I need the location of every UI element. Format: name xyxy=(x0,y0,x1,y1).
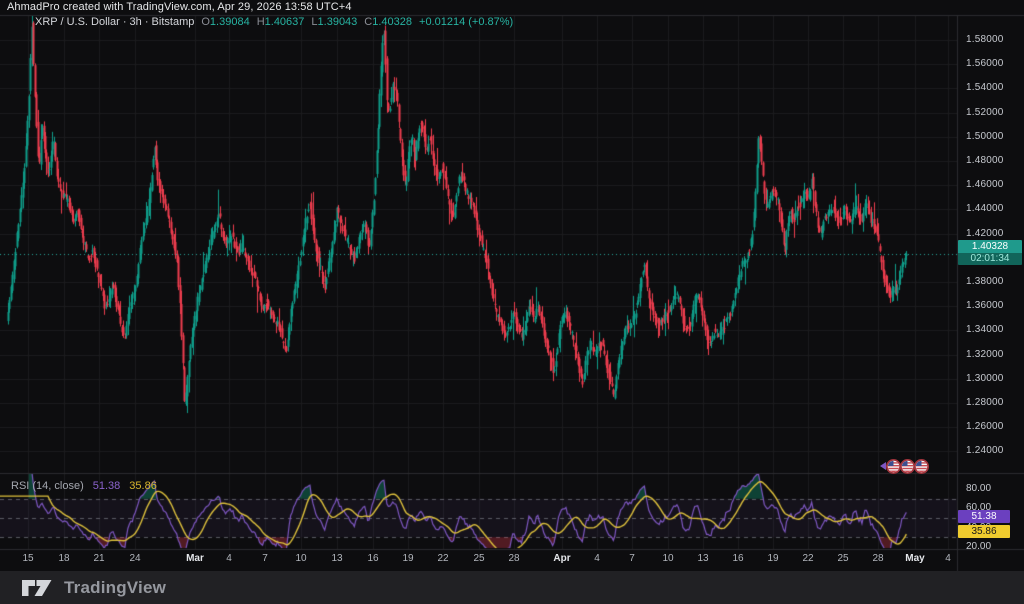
attribution-text: AhmadPro created with TradingView.com, A… xyxy=(7,1,352,13)
price-axis-label: 1.46000 xyxy=(966,179,1004,190)
time-axis-label: May xyxy=(905,553,924,564)
price-axis-label: 1.36000 xyxy=(966,300,1004,311)
price-axis-label: 1.38000 xyxy=(966,276,1004,287)
price-axis-label: 1.48000 xyxy=(966,155,1004,166)
price-axis-label: 1.52000 xyxy=(966,107,1004,118)
us-flag-icon[interactable] xyxy=(914,459,929,474)
time-axis-label: 10 xyxy=(662,553,673,564)
footer-bar: TradingView xyxy=(0,571,1024,604)
time-axis-label: 7 xyxy=(629,553,635,564)
time-axis-label: 28 xyxy=(508,553,519,564)
time-axis[interactable]: 15 18 21 24 Mar 4 7 10 13 16 19 22 25 28 Apr 4 7 10 13 16 19… xyxy=(0,549,957,571)
time-axis-label: 10 xyxy=(295,553,306,564)
time-axis-label: 25 xyxy=(473,553,484,564)
time-axis-label: 13 xyxy=(331,553,342,564)
price-axis-label: 1.44000 xyxy=(966,203,1004,214)
last-price-value: 1.40328 xyxy=(958,240,1022,253)
time-axis-label: 4 xyxy=(945,553,951,564)
time-axis-label: 15 xyxy=(22,553,33,564)
tradingview-chart-window: AhmadPro created with TradingView.com, A… xyxy=(0,0,1024,604)
time-axis-label: 22 xyxy=(437,553,448,564)
rsi-axis-label: 80.00 xyxy=(966,483,991,494)
rsi-indicator-header[interactable]: RSI (14, close) 51.38 35.86 xyxy=(11,480,157,492)
time-axis-label: 13 xyxy=(697,553,708,564)
time-axis-label: 19 xyxy=(767,553,778,564)
time-axis-label: Apr xyxy=(553,553,570,564)
ohlc-open: O1.39084 xyxy=(201,16,249,28)
time-axis-label: 4 xyxy=(226,553,232,564)
time-axis-label: Mar xyxy=(186,553,204,564)
time-axis-label: 25 xyxy=(837,553,848,564)
price-axis-label: 1.56000 xyxy=(966,58,1004,69)
us-flag-icon[interactable] xyxy=(886,459,901,474)
time-axis-label: 4 xyxy=(594,553,600,564)
price-axis-label: 1.30000 xyxy=(966,373,1004,384)
time-axis-label: 21 xyxy=(93,553,104,564)
rsi-ma-value: 35.86 xyxy=(129,480,157,492)
us-flag-icon[interactable] xyxy=(900,459,915,474)
time-axis-label: 22 xyxy=(802,553,813,564)
rsi-ma-badge: 35.86 xyxy=(958,525,1010,538)
rsi-value-badge: 51.38 xyxy=(958,510,1010,523)
ohlc-low: L1.39043 xyxy=(311,16,357,28)
time-axis-label: 18 xyxy=(58,553,69,564)
price-axis-label: 1.42000 xyxy=(966,228,1004,239)
symbol-legend: XRP / U.S. Dollar · 3h · Bitstamp O1.390… xyxy=(35,16,513,28)
symbol-title[interactable]: XRP / U.S. Dollar · 3h · Bitstamp xyxy=(35,16,194,28)
price-change: +0.01214 (+0.87%) xyxy=(419,16,513,28)
price-axis-label: 1.54000 xyxy=(966,82,1004,93)
last-price-badge: 1.40328 02:01:34 xyxy=(958,240,1022,265)
chart-canvas[interactable] xyxy=(0,0,1024,604)
price-axis-label: 1.58000 xyxy=(966,34,1004,45)
price-axis-label: 1.32000 xyxy=(966,349,1004,360)
tradingview-logo-icon[interactable] xyxy=(20,576,54,600)
time-axis-label: 16 xyxy=(367,553,378,564)
time-axis-label: 28 xyxy=(872,553,883,564)
rsi-title: RSI (14, close) xyxy=(11,480,84,492)
price-axis-label: 1.26000 xyxy=(966,421,1004,432)
ohlc-close: C1.40328 xyxy=(364,16,412,28)
time-axis-label: 7 xyxy=(262,553,268,564)
ohlc-high: H1.40637 xyxy=(257,16,305,28)
price-axis-label: 1.24000 xyxy=(966,445,1004,456)
time-axis-label: 24 xyxy=(129,553,140,564)
rsi-value: 51.38 xyxy=(93,480,121,492)
event-markers[interactable] xyxy=(880,457,929,475)
price-axis[interactable]: 1.40328 02:01:34 51.38 35.86 1.58000 1.56… xyxy=(957,15,1024,549)
price-axis-label: 1.50000 xyxy=(966,131,1004,142)
time-axis-label: 16 xyxy=(732,553,743,564)
price-axis-label: 1.28000 xyxy=(966,397,1004,408)
bar-countdown: 02:01:34 xyxy=(958,253,1022,265)
rsi-axis-label: 20.00 xyxy=(966,541,991,552)
time-axis-label: 19 xyxy=(402,553,413,564)
price-axis-label: 1.34000 xyxy=(966,324,1004,335)
tradingview-brand-text[interactable]: TradingView xyxy=(64,578,166,598)
economic-event-flags[interactable] xyxy=(887,459,929,474)
